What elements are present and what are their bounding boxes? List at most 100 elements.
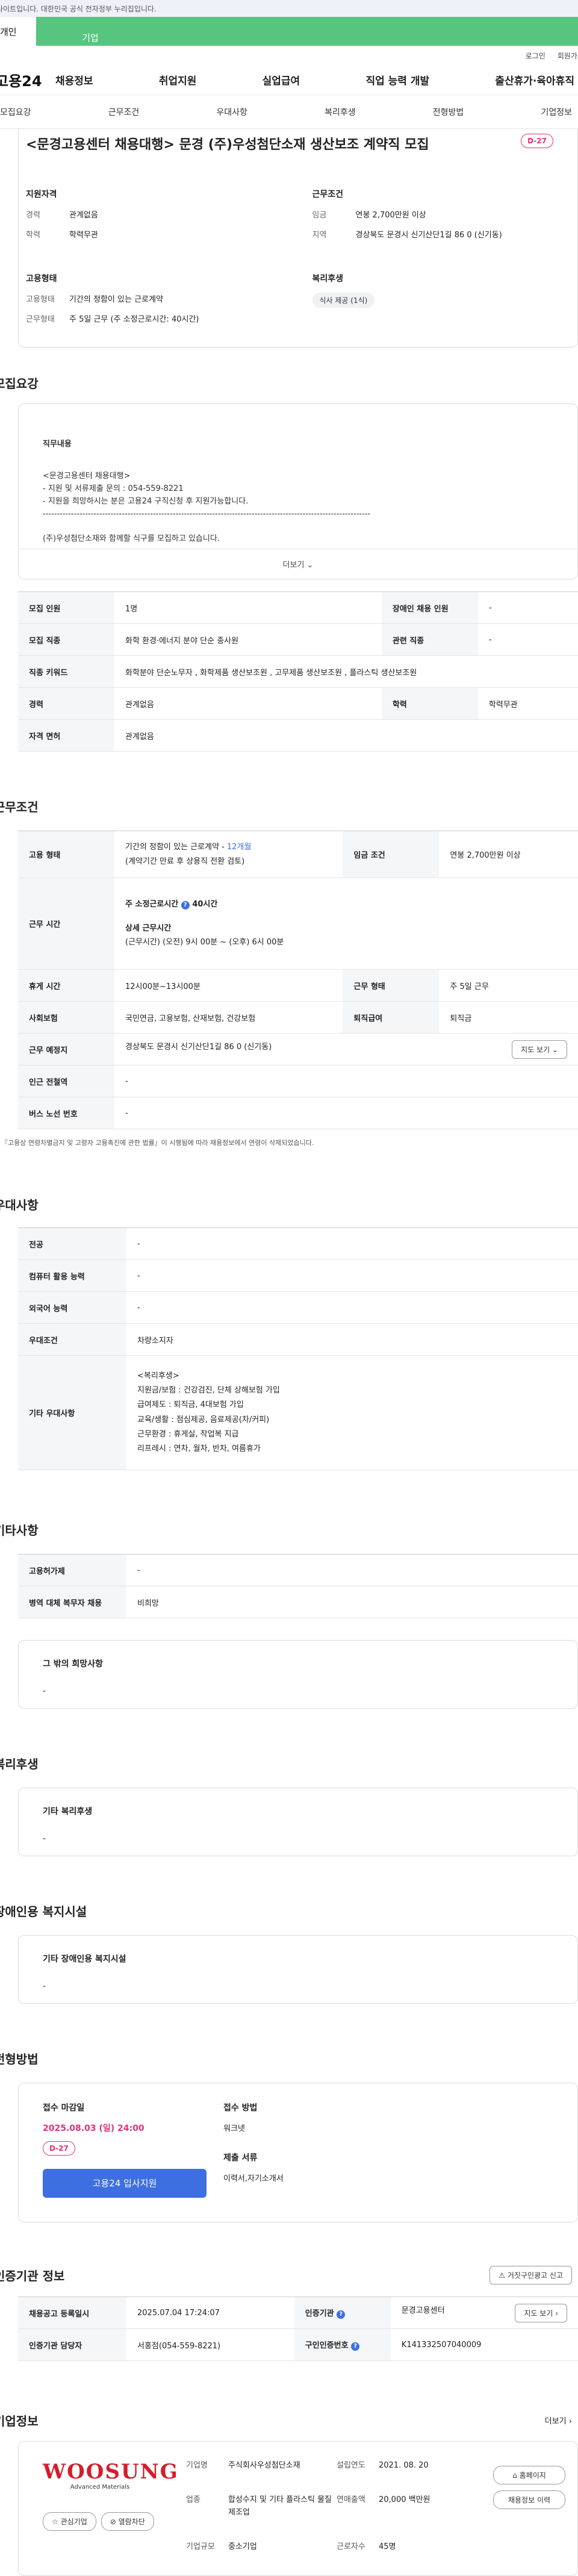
gnb-item-employment-support[interactable]: 취업지원	[159, 72, 197, 87]
cert-no-label: 구인인증번호	[305, 2341, 349, 2350]
cert-map-button[interactable]: 지도 보기 ›	[515, 2303, 567, 2322]
tab-company[interactable]: 기업	[54, 17, 126, 46]
anchor-selection[interactable]: 전형방법	[433, 106, 464, 118]
cell-label: 인증기관 ?	[294, 2297, 391, 2329]
other-hope-title: 그 밖의 희망사항	[43, 1659, 103, 1669]
gnb-item-jobs[interactable]: 채용정보	[55, 72, 93, 87]
anchor-welfare[interactable]: 복리후생	[325, 106, 356, 118]
other-hope-card: 그 밖의 희망사항 -	[18, 1640, 578, 1709]
cell-label: 기타 우대사항	[18, 1355, 126, 1470]
info-icon[interactable]: ?	[181, 901, 190, 910]
info-icon[interactable]: ?	[351, 2342, 360, 2351]
condition-title: 근무조건	[312, 190, 344, 199]
contract-period: 12개월	[226, 843, 252, 852]
disabled-card: 기타 장애인용 복지시설 -	[18, 1935, 578, 2004]
docs-value: 이력서,자기소개서	[223, 2174, 284, 2183]
tab-person[interactable]: 개인	[0, 17, 36, 46]
deadline-col: 접수 마감일 2025.08.03 (일) 24:00 D-27 고용24 입사…	[43, 2101, 211, 2198]
deadline-title: 접수 마감일	[43, 2103, 85, 2113]
cell-value: -	[477, 623, 578, 656]
util-links: 로그인 회원가입	[0, 46, 578, 65]
cell-value: 기간의 정함이 있는 근로계약 - 12개월 (계약기간 만료 후 상용직 전환…	[114, 831, 343, 878]
table-row: 외국어 능력 -	[18, 1291, 578, 1324]
cell-value: 경상북도 문경시 신기산단1길 86 0 (신기동) 지도 보기 ⌄	[114, 1033, 578, 1065]
selection-content: 접수 마감일 2025.08.03 (일) 24:00 D-27 고용24 입사…	[19, 2083, 577, 2222]
anchor-preferences[interactable]: 우대사항	[216, 106, 247, 118]
qual-value: 관계없음	[69, 211, 98, 220]
join-link[interactable]: 회원가입	[558, 51, 578, 61]
weekly-hours-label: 주 소정근로시간	[125, 900, 179, 909]
false-ad-report-button[interactable]: ⚠ 거짓구인광고 신고	[489, 2266, 572, 2284]
anchor-recruit[interactable]: 모집요강	[0, 106, 31, 118]
other-section-title: 기타사항	[0, 1523, 39, 1538]
info-icon[interactable]: ?	[337, 2310, 346, 2319]
cert-table: 채용공고 등록일시 2025.07.04 17:24:07 인증기관 ? 문경고…	[18, 2297, 578, 2361]
welfare-card: 기타 복리후생 -	[18, 1788, 578, 1856]
homepage-button-label: 홈페이지	[519, 2471, 546, 2480]
gnb-item-skills[interactable]: 직업 능력 개발	[365, 72, 429, 87]
cell-label: 퇴직급여	[343, 1001, 440, 1034]
cell-value: 차량소지자	[126, 1323, 578, 1356]
gnb-item-parental-leave[interactable]: 출산휴가·육아휴직	[495, 72, 574, 87]
duty-more-button[interactable]: 더보기 ⌄	[19, 549, 577, 579]
duty-card: 직무내용 <문경고용센터 채용대행> - 지원 및 서류제출 문의 : 054-…	[18, 404, 578, 579]
table-row: 모집 직종 화학 환경·에너지 분야 단순 종사원 관련 직종 -	[18, 623, 578, 656]
table-row: 전공 -	[18, 1227, 578, 1260]
method-value: 워크넷	[223, 2124, 245, 2133]
anchor-work-conditions[interactable]: 근무조건	[108, 106, 140, 118]
welfare-badge: 식사 제공 (1식)	[312, 293, 375, 308]
cell-label: 인증기관 담당자	[18, 2328, 126, 2361]
gnb-item-unemployment-benefit[interactable]: 실업급여	[263, 72, 300, 87]
table-row: 경력 관계없음 학력 학력무관	[18, 687, 578, 720]
work-place-value: 경상북도 문경시 신기산단1길 86 0 (신기동)	[125, 1042, 272, 1052]
anchor-company[interactable]: 기업정보	[541, 106, 572, 118]
cell-value: 2025.07.04 17:24:07	[126, 2297, 294, 2329]
cond-value: 연봉 2,700만원 이상	[355, 211, 426, 220]
cell-label: 경력	[18, 687, 114, 720]
company-buttons: ⌂ 홈페이지 채용정보 이력	[493, 2460, 565, 2569]
cell-value: 국민연금, 고용보험, 산재보험, 건강보험	[114, 1001, 343, 1034]
cell-label: 모집 인원	[18, 591, 114, 624]
disabled-box-title: 기타 장애인용 복지시설	[43, 1954, 126, 1964]
company-label: 기업규모	[186, 2542, 215, 2551]
site-logo[interactable]: 고용24	[0, 69, 55, 90]
cond-label: 지역	[312, 231, 327, 240]
company-info-list: 기업명 주식회사우성첨단소재 설립연도 2021. 08. 20 업종 합성수지 및 …	[186, 2460, 493, 2569]
cell-value: 주 소정근로시간 ? 40시간 상세 근무시간 (근무시간) (오전) 9시 0…	[114, 878, 578, 970]
cell-label: 버스 노선 번호	[18, 1097, 114, 1129]
job-title: <문경고용센터 채용대행> 문경 (주)우성첨단소재 생산보조 계약직 모집	[26, 137, 429, 152]
other-table: 고용허가제 - 병역 대체 복무자 채용 비희망	[18, 1554, 578, 1618]
cell-value: -	[477, 591, 578, 624]
block-view-button[interactable]: ⊘ 열람차단	[101, 2512, 154, 2531]
work-map-button[interactable]: 지도 보기 ⌄	[512, 1040, 567, 1059]
job-history-button[interactable]: 채용정보 이력	[493, 2490, 565, 2509]
table-row: 우대조건 차량소지자	[18, 1323, 578, 1356]
company-label: 근로자수	[337, 2542, 365, 2551]
company-more-link[interactable]: 더보기 ›	[545, 2415, 572, 2426]
cell-value: 관계없음	[114, 687, 382, 720]
cell-label: 관련 직종	[381, 623, 478, 656]
cert-org-label: 인증기관	[305, 2309, 334, 2318]
work-section-title: 근무조건	[0, 800, 39, 814]
company-label: 연매출액	[337, 2495, 365, 2505]
welfare-summary-title: 복리후생	[312, 274, 344, 284]
cell-value: 화학분야 단순노무자 , 화학제품 생산보조원 , 고무제품 생산보조원 , 플…	[114, 655, 578, 688]
cell-label: 사회보험	[18, 1001, 114, 1034]
cell-label: 외국어 능력	[18, 1291, 126, 1324]
login-link[interactable]: 로그인	[526, 51, 545, 61]
cell-value: <복리후생> 지원금/보험 : 건강검진, 단체 상해보험 가입 급여제도 : …	[126, 1355, 578, 1470]
selection-section-title: 전형방법	[0, 2052, 39, 2066]
homepage-button[interactable]: ⌂ 홈페이지	[493, 2466, 565, 2484]
gov-notice-text: 사이트입니다. 대한민국 공식 전자정부 누리집입니다.	[0, 4, 157, 13]
gnb-menu: 채용정보 취업지원 실업급여 직업 능력 개발 출산휴가·육아휴직	[55, 72, 578, 87]
user-type-tabs: 개인 기업	[0, 17, 578, 46]
cert-org-value: 문경고용센터	[401, 2306, 445, 2315]
table-row: 인증기관 담당자 서홍점(054-559-8221) 구인인증번호 ? K141…	[18, 2328, 578, 2361]
cell-label: 학력	[381, 687, 478, 720]
selection-card: 접수 마감일 2025.08.03 (일) 24:00 D-27 고용24 입사…	[18, 2083, 578, 2222]
table-row: 근무 시간 주 소정근로시간 ? 40시간 상세 근무시간 (근무시간) (오전…	[18, 878, 578, 970]
welfare-box-value: -	[43, 1834, 46, 1844]
interest-company-button[interactable]: ☆ 관심기업	[43, 2512, 96, 2531]
apply-button[interactable]: 고용24 입사지원	[43, 2169, 207, 2198]
docs-title: 제출 서류	[223, 2153, 258, 2163]
